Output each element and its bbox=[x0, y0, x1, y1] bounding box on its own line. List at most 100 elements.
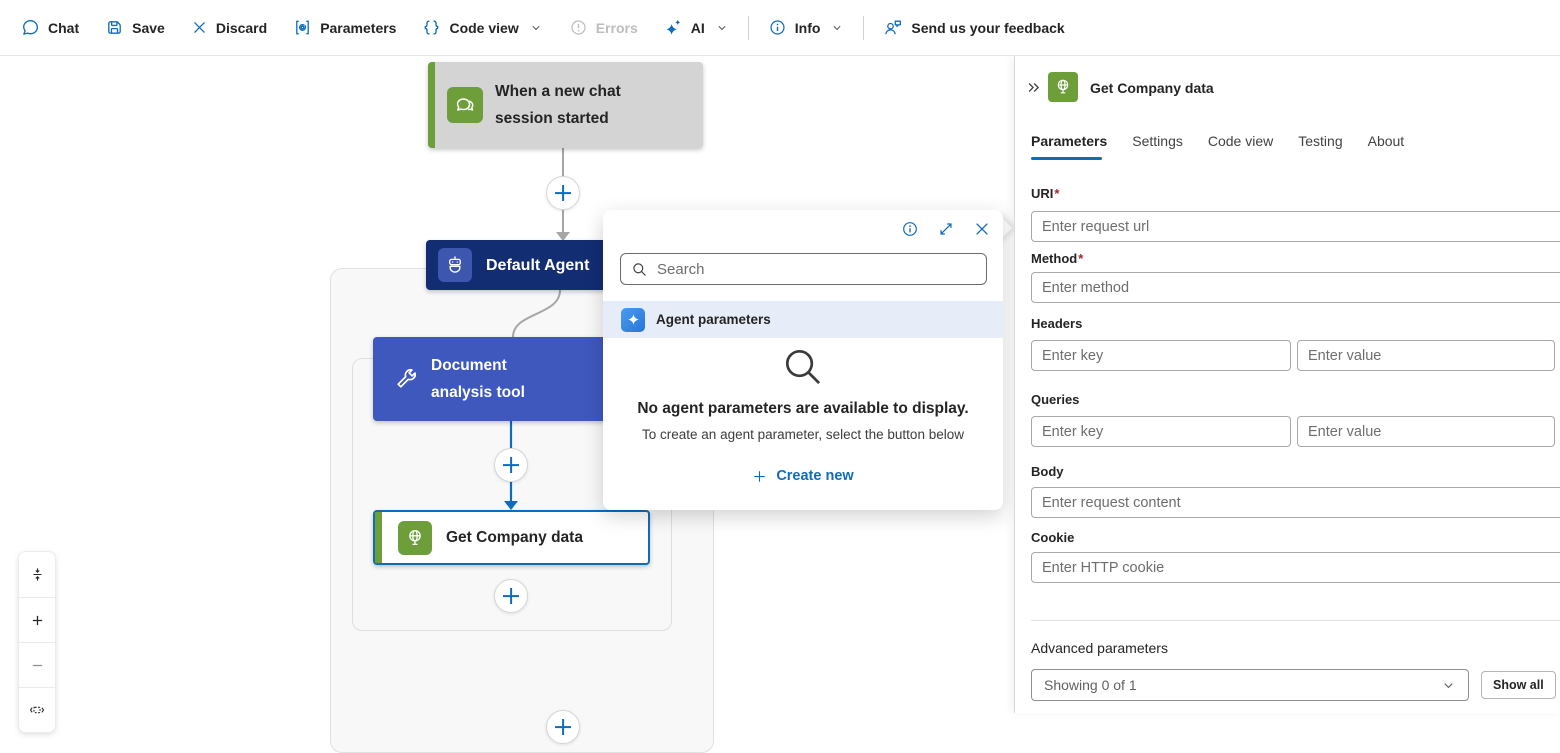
panel-title: Get Company data bbox=[1090, 80, 1214, 96]
insert-step-button[interactable] bbox=[546, 176, 580, 210]
active-tab-indicator bbox=[1031, 157, 1102, 160]
double-chevron-right-icon bbox=[1028, 83, 1040, 92]
zoom-in-button[interactable] bbox=[19, 597, 55, 642]
action-node-selected[interactable]: Get Company data bbox=[373, 510, 650, 565]
save-icon bbox=[108, 21, 121, 34]
fit-view-icon bbox=[33, 568, 41, 581]
action-title: Get Company data bbox=[446, 529, 583, 546]
section-divider bbox=[1031, 620, 1560, 621]
chat-label: Chat bbox=[48, 19, 80, 36]
tab-testing[interactable]: Testing bbox=[1298, 133, 1342, 155]
advanced-parameters-label: Advanced parameters bbox=[1031, 640, 1168, 656]
trigger-icon bbox=[447, 87, 483, 123]
close-icon[interactable] bbox=[971, 218, 993, 240]
code-view-label: Code view bbox=[449, 19, 519, 36]
insert-step-button[interactable] bbox=[546, 710, 580, 744]
fit-view-button[interactable] bbox=[19, 552, 55, 597]
chat-icon bbox=[22, 19, 39, 35]
uri-input[interactable] bbox=[1031, 211, 1560, 242]
uri-label: URI* bbox=[1031, 186, 1060, 201]
search-empty-icon bbox=[785, 349, 821, 385]
tab-about[interactable]: About bbox=[1368, 133, 1405, 155]
search-input[interactable] bbox=[657, 260, 976, 278]
agent-icon bbox=[438, 248, 472, 282]
empty-subtitle: To create an agent parameter, select the… bbox=[642, 427, 964, 442]
plus-icon bbox=[754, 470, 766, 482]
cookie-input[interactable] bbox=[1031, 552, 1560, 583]
headers-value-input[interactable] bbox=[1297, 340, 1555, 371]
minimap-button[interactable] bbox=[19, 687, 55, 732]
queries-value-input[interactable] bbox=[1297, 416, 1555, 447]
insert-step-button[interactable] bbox=[494, 579, 528, 613]
tab-settings[interactable]: Settings bbox=[1132, 133, 1183, 155]
errors-button[interactable]: Errors bbox=[556, 10, 651, 46]
create-new-button[interactable]: Create new bbox=[752, 468, 854, 484]
toolbar-divider bbox=[863, 15, 865, 40]
chevron-down-icon bbox=[833, 25, 841, 30]
cookie-label: Cookie bbox=[1031, 530, 1075, 545]
tool-title: Document analysis tool bbox=[431, 357, 525, 401]
code-view-icon bbox=[425, 20, 439, 35]
http-icon bbox=[1048, 72, 1078, 102]
trigger-node[interactable]: When a new chat session started bbox=[428, 62, 703, 148]
agent-parameters-flyout: Agent parameters No agent parameters are… bbox=[603, 210, 1003, 510]
ai-label: AI bbox=[690, 19, 705, 36]
flyout-header bbox=[899, 218, 993, 240]
empty-title: No agent parameters are available to dis… bbox=[637, 400, 969, 417]
body-label: Body bbox=[1031, 464, 1064, 479]
http-icon bbox=[398, 520, 432, 555]
advanced-parameters-dropdown[interactable]: Showing 0 of 1 bbox=[1031, 669, 1469, 701]
tool-icon bbox=[391, 364, 421, 394]
empty-state: No agent parameters are available to dis… bbox=[603, 338, 1003, 489]
parameters-icon bbox=[296, 20, 310, 35]
headers-label: Headers bbox=[1031, 316, 1083, 331]
body-input[interactable] bbox=[1031, 487, 1560, 518]
ai-button[interactable]: AI bbox=[651, 10, 742, 46]
code-view-button[interactable]: Code view bbox=[409, 10, 555, 46]
top-toolbar: Chat Save Discard Parameters Code view E… bbox=[0, 0, 1560, 56]
zoom-out-icon bbox=[32, 664, 42, 666]
toolbar-divider bbox=[747, 15, 749, 40]
zoom-out-button[interactable] bbox=[19, 642, 55, 687]
chevron-down-icon bbox=[718, 25, 726, 30]
canvas-controls bbox=[18, 551, 56, 733]
agent-parameters-label: Agent parameters bbox=[656, 312, 771, 327]
panel-tabs: Parameters Settings Code view Testing Ab… bbox=[1031, 133, 1404, 155]
info-icon bbox=[770, 20, 785, 35]
search-icon bbox=[633, 262, 646, 276]
parameters-button[interactable]: Parameters bbox=[280, 10, 409, 46]
errors-icon bbox=[571, 20, 586, 35]
tab-code-view[interactable]: Code view bbox=[1208, 133, 1273, 155]
action-details-panel: Get Company data Parameters Settings Cod… bbox=[1014, 56, 1560, 713]
trigger-title: When a new chat session started bbox=[495, 83, 621, 127]
collapse-panel-button[interactable] bbox=[1025, 79, 1042, 96]
chevron-down-icon bbox=[1444, 682, 1453, 688]
method-label: Method* bbox=[1031, 251, 1084, 266]
feedback-button[interactable]: Send us your feedback bbox=[870, 10, 1077, 46]
show-all-button[interactable]: Show all bbox=[1481, 671, 1556, 699]
info-icon[interactable] bbox=[899, 218, 921, 240]
minimap-icon bbox=[29, 706, 45, 714]
agent-parameters-section[interactable]: Agent parameters bbox=[603, 301, 1003, 338]
tab-parameters[interactable]: Parameters bbox=[1031, 133, 1107, 155]
create-new-label: Create new bbox=[776, 468, 854, 484]
discard-button[interactable]: Discard bbox=[178, 10, 280, 46]
discard-icon bbox=[194, 22, 205, 33]
insert-step-button[interactable] bbox=[494, 448, 528, 482]
method-input[interactable] bbox=[1031, 272, 1560, 303]
workflow-canvas[interactable]: When a new chat session started Default … bbox=[0, 56, 1014, 753]
discard-label: Discard bbox=[215, 19, 268, 36]
info-button[interactable]: Info bbox=[755, 10, 858, 46]
chat-button[interactable]: Chat bbox=[8, 10, 92, 46]
save-button[interactable]: Save bbox=[92, 10, 178, 46]
dropdown-value: Showing 0 of 1 bbox=[1044, 677, 1137, 693]
chevron-down-icon bbox=[532, 25, 540, 30]
errors-label: Errors bbox=[595, 19, 638, 36]
required-mark: * bbox=[1078, 251, 1084, 266]
queries-label: Queries bbox=[1031, 392, 1080, 407]
expand-icon[interactable] bbox=[935, 218, 957, 240]
action-accent-bar bbox=[375, 512, 382, 563]
headers-key-input[interactable] bbox=[1031, 340, 1291, 371]
feedback-label: Send us your feedback bbox=[911, 19, 1065, 36]
queries-key-input[interactable] bbox=[1031, 416, 1291, 447]
